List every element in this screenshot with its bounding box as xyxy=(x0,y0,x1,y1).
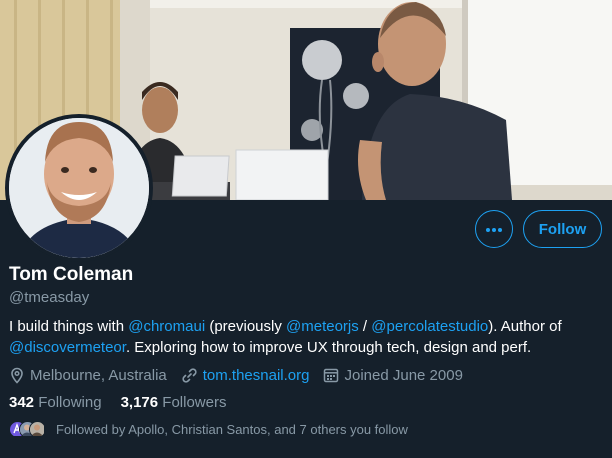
bio-mention-chromaui[interactable]: @chromaui xyxy=(128,318,205,335)
bio-text: . Exploring how to improve UX through te… xyxy=(125,339,532,356)
bio-mention-percolatestudio[interactable]: @percolatestudio xyxy=(371,318,488,335)
joined-text: Joined June 2009 xyxy=(344,366,463,384)
bio-mention-discovermeteor[interactable]: @discovermeteor xyxy=(9,339,126,356)
profile-joined: Joined June 2009 xyxy=(323,366,463,384)
bio-text: ). Author of xyxy=(488,318,562,335)
follow-button[interactable]: Follow xyxy=(523,210,602,248)
profile-handle: @tmeasday xyxy=(9,289,90,306)
map-pin-icon xyxy=(11,367,23,384)
profile-website[interactable]: tom.thesnail.org xyxy=(181,367,310,384)
profile-location: Melbourne, Australia xyxy=(9,367,167,384)
followed-by-text: Followed by Apollo, Christian Santos, an… xyxy=(56,422,408,437)
following-label: Following xyxy=(38,394,102,411)
bio-mention-meteorjs[interactable]: @meteorjs xyxy=(286,318,359,335)
link-icon xyxy=(182,367,197,383)
profile-stats: 342 Following 3,176 Followers xyxy=(9,394,245,411)
website-link[interactable]: tom.thesnail.org xyxy=(203,367,310,384)
follower-avatar xyxy=(29,421,46,438)
follow-button-label: Follow xyxy=(538,220,587,238)
profile-bio: I build things with @chromaui (previousl… xyxy=(9,316,599,358)
bio-text: / xyxy=(358,318,372,335)
profile-name: Tom Coleman xyxy=(9,264,134,285)
profile-meta: Melbourne, Australia tom.thesnail.org Jo… xyxy=(9,365,477,385)
following-stat[interactable]: 342 Following xyxy=(9,394,102,411)
profile-avatar[interactable] xyxy=(5,114,153,262)
more-options-button[interactable] xyxy=(475,210,513,248)
followers-stat[interactable]: 3,176 Followers xyxy=(121,394,227,411)
calendar-icon xyxy=(324,368,339,383)
bio-text: I build things with xyxy=(9,318,129,335)
followers-label: Followers xyxy=(162,394,227,411)
following-count: 342 xyxy=(9,394,35,411)
followers-count: 3,176 xyxy=(120,394,159,411)
ellipsis-icon xyxy=(485,220,503,238)
location-text: Melbourne, Australia xyxy=(30,366,167,384)
followed-by-avatars xyxy=(9,421,46,438)
bio-text: (previously xyxy=(205,318,287,335)
followed-by[interactable]: Followed by Apollo, Christian Santos, an… xyxy=(9,421,408,438)
profile-page: Follow Tom Coleman @tmeasday I build thi… xyxy=(0,0,612,458)
